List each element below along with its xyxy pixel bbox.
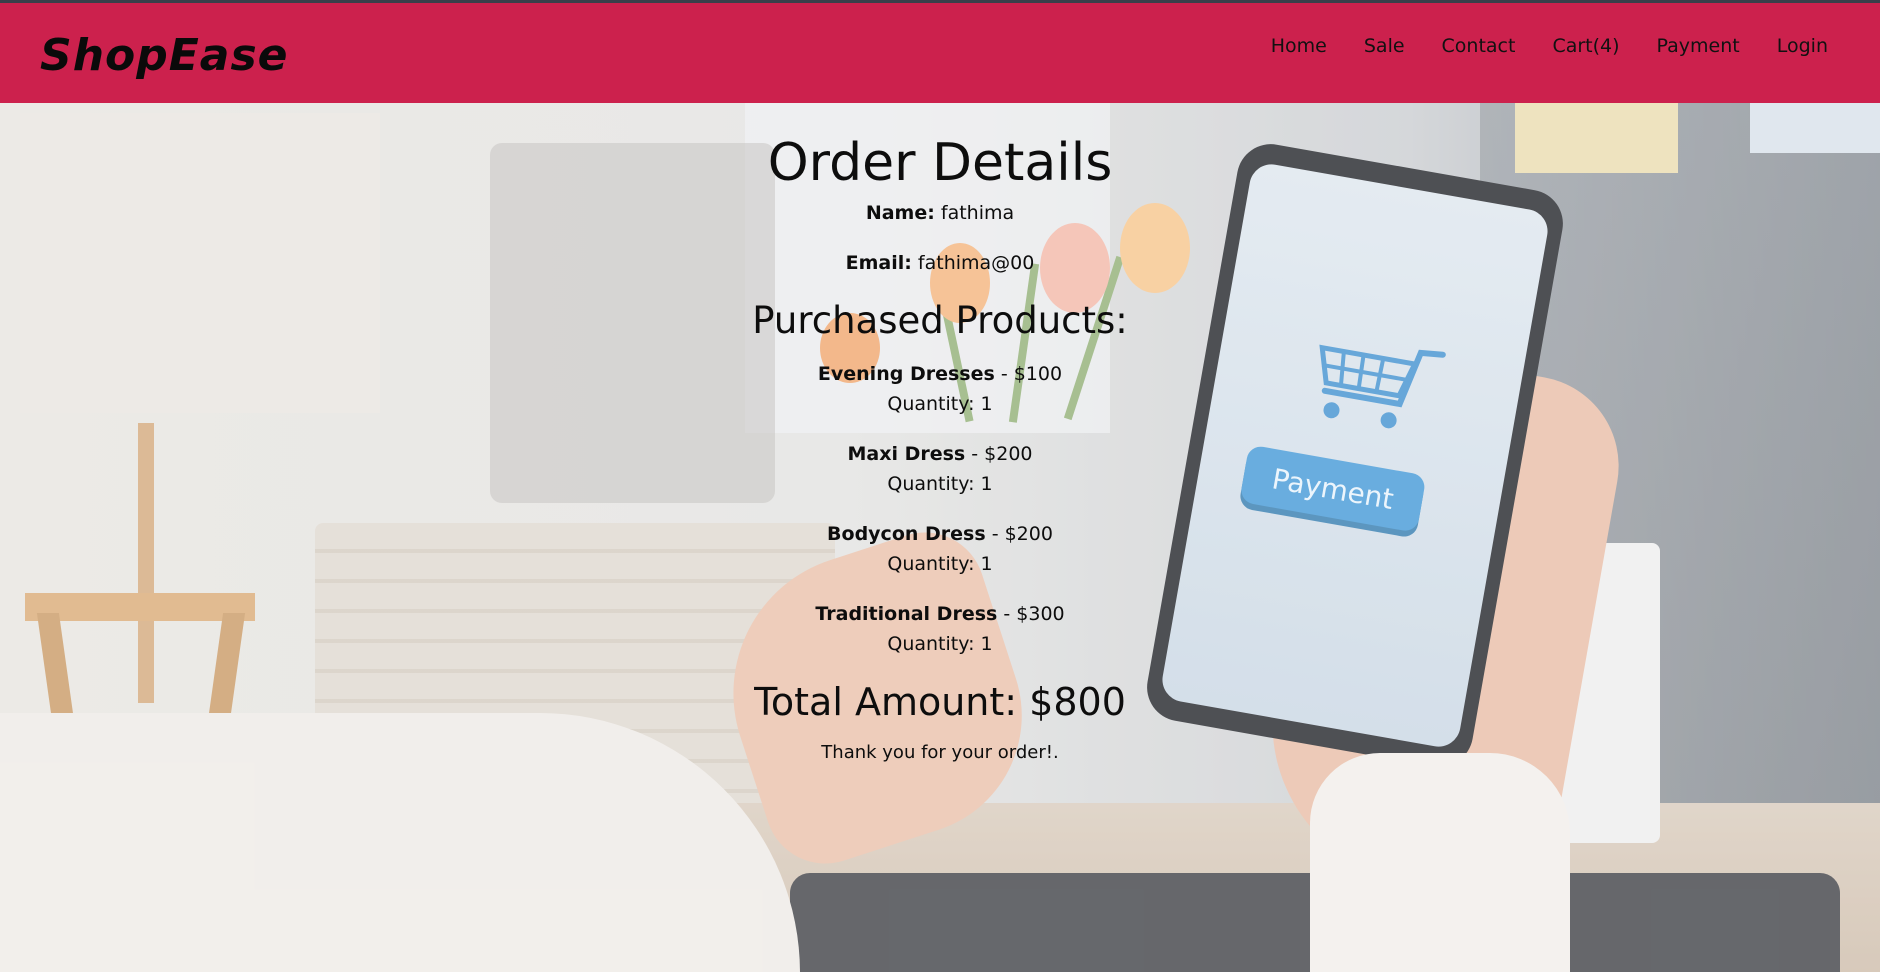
product-quantity: Quantity: 1: [887, 473, 993, 495]
email-value: fathima@00: [917, 252, 1035, 274]
product-item: Bodycon Dress - $200: [0, 521, 1880, 547]
nav-cart-link[interactable]: Cart(4): [1552, 35, 1619, 57]
nav-contact-link[interactable]: Contact: [1442, 35, 1516, 57]
product-item: Evening Dresses - $100: [0, 361, 1880, 387]
nav-sale-link[interactable]: Sale: [1364, 35, 1405, 57]
thank-you-message: Thank you for your order!.: [821, 742, 1059, 763]
purchased-products-title: Purchased Products:: [752, 299, 1128, 342]
product-name: Traditional Dress: [815, 603, 998, 625]
product-price: - $300: [997, 603, 1065, 625]
customer-name: Name: fathima: [0, 200, 1880, 226]
product-price: - $100: [994, 363, 1063, 385]
product-name: Maxi Dress: [847, 443, 966, 465]
product-name: Bodycon Dress: [827, 523, 986, 545]
email-label: Email:: [845, 252, 912, 274]
product-item: Traditional Dress - $300: [0, 601, 1880, 627]
nav-home-link[interactable]: Home: [1271, 35, 1327, 57]
product-quantity: Quantity: 1: [887, 553, 993, 575]
order-details-section: Order Details Name: fathima Email: fathi…: [0, 103, 1880, 972]
product-quantity: Quantity: 1: [887, 393, 993, 415]
product-quantity: Quantity: 1: [887, 633, 993, 655]
nav-links: Home Sale Contact Cart(4) Payment Login: [1271, 35, 1828, 57]
navbar: ShopEase Home Sale Contact Cart(4) Payme…: [0, 3, 1880, 103]
name-value: fathima: [940, 202, 1015, 224]
brand-logo[interactable]: ShopEase: [40, 30, 289, 81]
customer-email: Email: fathima@00: [0, 250, 1880, 276]
product-price: - $200: [985, 523, 1053, 545]
order-details-title: Order Details: [767, 133, 1113, 193]
product-price: - $200: [965, 443, 1033, 465]
nav-login-link[interactable]: Login: [1777, 35, 1828, 57]
product-item: Maxi Dress - $200: [0, 441, 1880, 467]
name-label: Name:: [865, 202, 935, 224]
total-amount: Total Amount: $800: [754, 680, 1126, 724]
nav-payment-link[interactable]: Payment: [1657, 35, 1740, 57]
product-name: Evening Dresses: [817, 363, 995, 385]
